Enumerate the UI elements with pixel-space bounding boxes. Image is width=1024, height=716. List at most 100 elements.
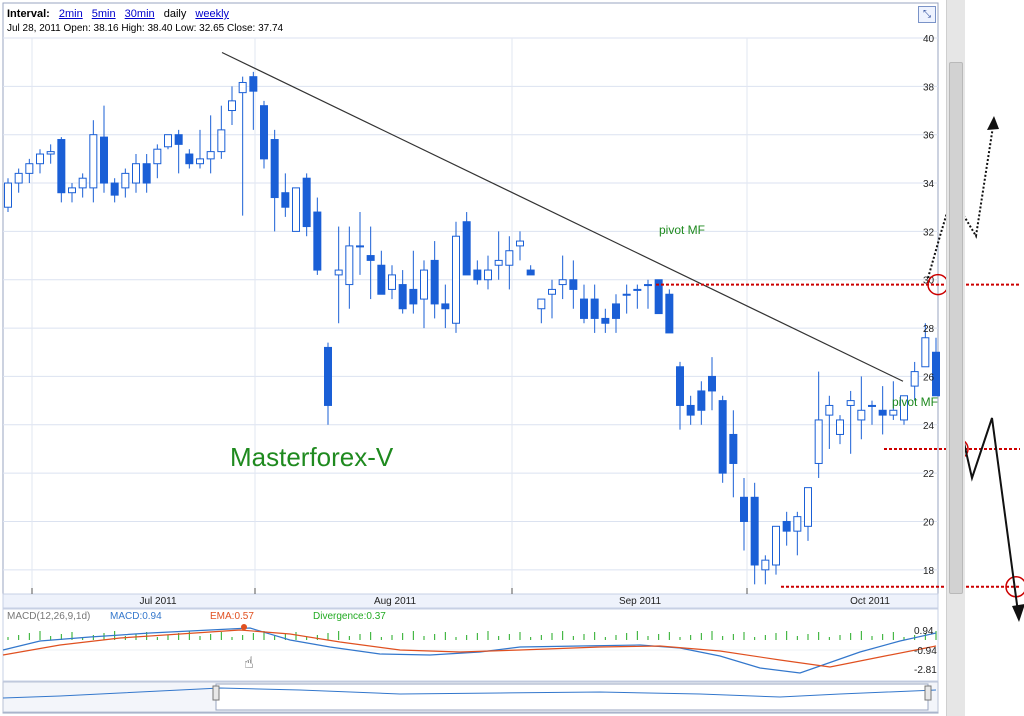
- arrow-up-icon: [987, 116, 999, 130]
- scrollbar-thumb[interactable]: [949, 62, 963, 594]
- candle-up: [804, 487, 812, 527]
- candle-down: [697, 390, 706, 411]
- candle-up: [558, 279, 567, 286]
- navigator: [2, 681, 939, 713]
- candle-up: [814, 419, 823, 464]
- candle-up: [846, 400, 855, 406]
- ema-value-label: EMA:0.57: [210, 611, 254, 622]
- candle-down: [100, 136, 108, 184]
- candle-up: [388, 274, 396, 290]
- candle-up: [25, 163, 34, 174]
- candle-up: [505, 250, 514, 266]
- candle-up: [206, 151, 215, 160]
- candle-up: [836, 419, 844, 435]
- candle-down: [750, 496, 759, 566]
- overlay: [221, 51, 1024, 622]
- candle-up: [889, 409, 898, 416]
- candle-down: [686, 404, 695, 416]
- candle-up: [921, 337, 930, 368]
- candle-up: [4, 182, 12, 208]
- candle-down: [409, 288, 418, 305]
- candle-up: [132, 163, 140, 184]
- candle-down: [110, 182, 119, 196]
- candle-up: [78, 177, 87, 189]
- candle-up: [356, 245, 364, 248]
- candle-down: [441, 303, 450, 310]
- candle-down: [185, 153, 194, 165]
- candle-up: [228, 100, 236, 112]
- candle-down: [249, 76, 258, 92]
- candle-up: [868, 404, 876, 407]
- candle-up: [633, 288, 642, 291]
- candle-down: [324, 346, 332, 406]
- candle-down: [270, 139, 279, 199]
- candle-up: [292, 187, 300, 232]
- candle-down: [601, 317, 610, 324]
- x-tick-label: Sep 2011: [619, 596, 662, 607]
- candle-up: [494, 259, 503, 266]
- x-tick-label: Jul 2011: [139, 596, 177, 607]
- candle-up: [537, 298, 546, 310]
- y-tick-label: 18: [923, 566, 935, 577]
- candle-up: [825, 404, 834, 416]
- macd-tick-bottom: -2.81: [914, 665, 937, 676]
- candle-up: [68, 187, 76, 194]
- candle-up: [89, 134, 98, 189]
- candle-down: [708, 375, 716, 392]
- candle-down: [174, 134, 183, 145]
- navigator-handle: [212, 685, 220, 701]
- candle-up: [622, 293, 631, 296]
- candle-down: [878, 409, 887, 416]
- candle-down: [377, 264, 386, 295]
- y-tick-label: 34: [923, 179, 935, 190]
- y-tick-label: 38: [923, 82, 935, 93]
- candle-down: [718, 400, 727, 474]
- candle-up: [761, 559, 770, 571]
- candle-down: [281, 192, 290, 208]
- candle-up: [121, 172, 130, 189]
- candle-up: [772, 525, 780, 566]
- candle-up: [910, 371, 919, 387]
- arrow-down-icon: [1012, 604, 1024, 622]
- candle-down: [142, 163, 151, 184]
- candle-down: [612, 303, 620, 319]
- navigator-window: [215, 683, 929, 711]
- candle-up: [516, 240, 524, 247]
- candle-down: [580, 298, 588, 319]
- candle-up: [345, 245, 354, 286]
- candle-up: [420, 269, 428, 300]
- watermark: Masterforex-V: [230, 442, 394, 472]
- candle-up: [36, 153, 44, 165]
- candle-up: [46, 151, 55, 155]
- y-tick-label: 20: [923, 517, 935, 528]
- macd-tick-top: 0.94: [914, 626, 934, 637]
- price-chart: 182022242628303234363840 Jul 2011 Aug 201…: [2, 2, 1024, 714]
- candle-down: [740, 496, 748, 522]
- macd-marker: [241, 624, 247, 630]
- candle-up: [334, 269, 343, 276]
- trendline: [221, 51, 904, 382]
- candle-up: [196, 158, 204, 165]
- candle-down: [473, 269, 482, 281]
- candle-up: [452, 235, 460, 324]
- candle-up: [644, 284, 652, 287]
- candle-down: [590, 298, 599, 319]
- candle-down: [398, 284, 407, 310]
- candle-down: [665, 293, 674, 334]
- candle-down: [782, 520, 791, 532]
- y-tick-label: 28: [923, 324, 935, 335]
- x-tick-label: Oct 2011: [850, 596, 890, 607]
- candle-up: [153, 148, 162, 165]
- candle-up: [164, 134, 172, 148]
- candle-down: [260, 105, 268, 160]
- y-tick-label: 40: [923, 34, 935, 45]
- candle-up: [238, 81, 247, 94]
- x-axis: Jul 2011 Aug 2011 Sep 2011 Oct 2011: [2, 588, 939, 609]
- candle-down: [676, 366, 684, 406]
- candle-up: [548, 288, 556, 295]
- candle-down: [430, 259, 439, 305]
- navigator-handle: [924, 685, 932, 701]
- y-tick-label: 26: [923, 372, 935, 383]
- y-axis: 182022242628303234363840: [923, 34, 935, 577]
- candle-down: [462, 221, 471, 276]
